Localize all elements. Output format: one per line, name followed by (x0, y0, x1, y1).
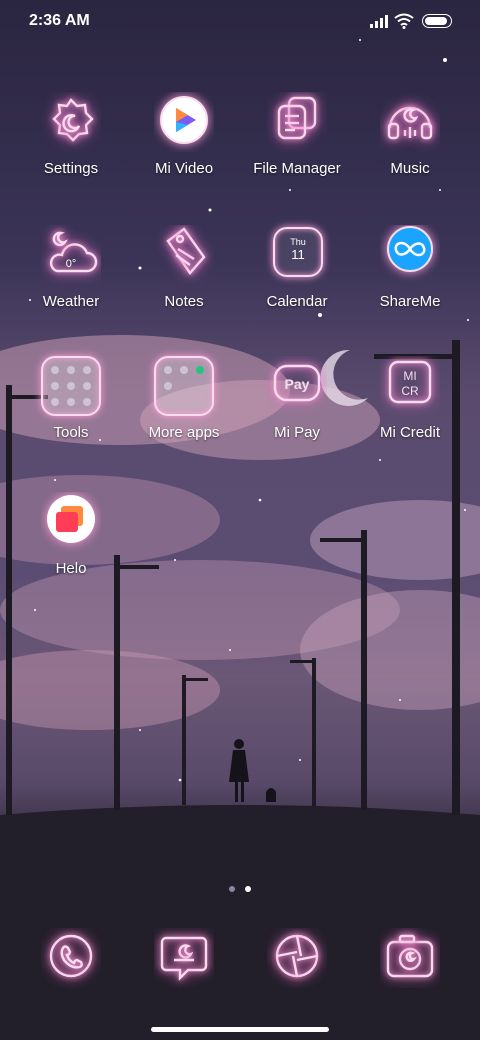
dock-camera[interactable] (355, 928, 465, 988)
app-notes[interactable]: Notes (129, 225, 239, 310)
dock-messages[interactable] (129, 928, 239, 988)
settings-icon (41, 92, 101, 152)
app-settings[interactable]: Settings (16, 92, 126, 177)
phone-icon (41, 928, 101, 988)
app-music[interactable]: Music (355, 92, 465, 177)
battery-icon (422, 14, 452, 28)
calendar-day: Thu (290, 237, 306, 247)
calendar-icon: Thu 11 (267, 225, 327, 285)
shareme-icon (380, 225, 440, 285)
play-icon (154, 92, 214, 152)
browser-icon (267, 928, 327, 988)
credit-glyph-bottom: CR (401, 384, 419, 398)
app-label: Mi Credit (379, 424, 440, 441)
folder-icon (154, 356, 214, 416)
app-label: Notes (164, 293, 204, 310)
app-label: Calendar (266, 293, 328, 310)
app-label: Mi Video (154, 160, 214, 177)
app-label: ShareMe (379, 293, 441, 310)
app-label: Weather (42, 293, 100, 310)
signal-icon (370, 15, 388, 28)
weather-icon: 0° (41, 225, 101, 285)
page-dot[interactable] (229, 886, 235, 892)
camera-icon (380, 928, 440, 988)
app-weather[interactable]: 0° Weather (16, 225, 126, 310)
app-helo[interactable]: Helo (16, 492, 126, 577)
page-indicator (0, 879, 480, 897)
app-calendar[interactable]: Thu 11 Calendar (242, 225, 352, 310)
app-mi-pay[interactable]: Pay Mi Pay (242, 356, 352, 441)
weather-temp: 0° (66, 258, 77, 270)
helo-icon (41, 492, 101, 552)
notes-icon (154, 225, 214, 285)
app-mi-video[interactable]: Mi Video (129, 92, 239, 177)
status-bar: 2:36 AM (0, 0, 480, 44)
credit-glyph-top: MI (403, 369, 416, 383)
app-shareme[interactable]: ShareMe (355, 225, 465, 310)
folder-icon (267, 92, 327, 152)
app-mi-credit[interactable]: MI CR Mi Credit (355, 356, 465, 441)
folder-tools[interactable]: Tools (16, 356, 126, 441)
app-label: More apps (148, 424, 220, 441)
dock-phone[interactable] (16, 928, 126, 988)
dock-browser[interactable] (242, 928, 352, 988)
clock: 2:36 AM (29, 12, 90, 29)
app-label: Tools (53, 424, 89, 441)
folder-icon (41, 356, 101, 416)
app-file-manager[interactable]: File Manager (242, 92, 352, 177)
headphones-icon (380, 92, 440, 152)
app-label: Music (390, 160, 430, 177)
calendar-date: 11 (291, 247, 305, 262)
folder-more-apps[interactable]: More apps (129, 356, 239, 441)
credit-icon: MI CR (380, 356, 440, 416)
app-label: Mi Pay (274, 424, 320, 441)
home-indicator[interactable] (151, 1027, 329, 1032)
app-label: Settings (43, 160, 99, 177)
app-label: Helo (55, 560, 87, 577)
page-dot-active[interactable] (245, 886, 251, 892)
app-label: File Manager (253, 160, 341, 177)
pay-glyph: Pay (285, 376, 310, 392)
wifi-icon (394, 13, 414, 29)
messages-icon (154, 928, 214, 988)
pay-icon: Pay (267, 356, 327, 416)
